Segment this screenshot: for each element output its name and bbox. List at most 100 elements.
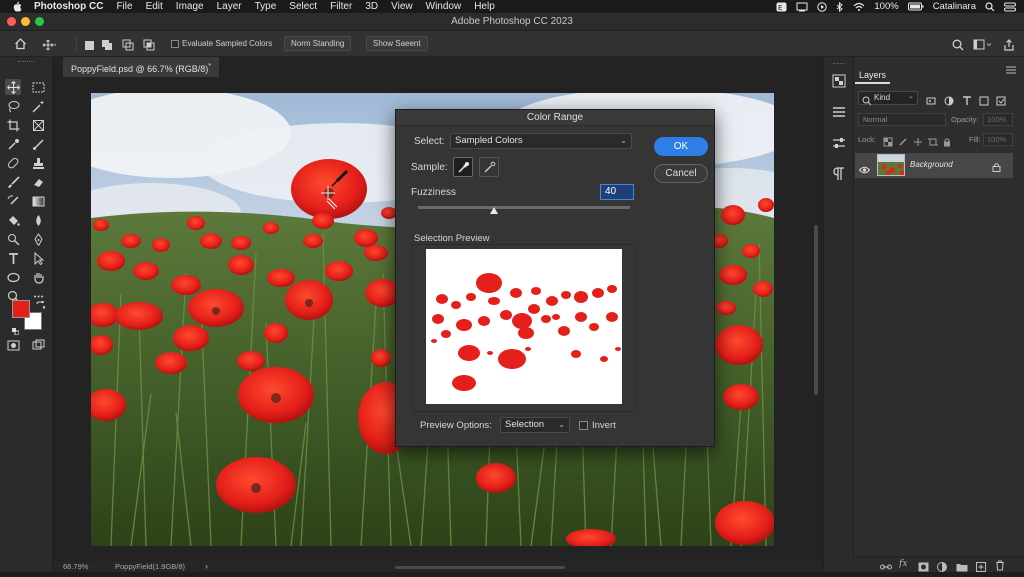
battery-icon[interactable] bbox=[907, 2, 924, 11]
screen-mode-icon[interactable] bbox=[30, 337, 46, 353]
path-selection-icon[interactable] bbox=[30, 250, 46, 266]
ruler-tool-icon[interactable] bbox=[30, 136, 46, 152]
add-to-selection-icon[interactable] bbox=[101, 38, 113, 50]
intersect-selection-icon[interactable] bbox=[143, 38, 155, 51]
new-selection-icon[interactable] bbox=[84, 38, 96, 50]
stamp-tool-icon[interactable] bbox=[30, 155, 46, 171]
swatches-panel-icon[interactable] bbox=[832, 105, 846, 119]
adjustments-panel-icon[interactable] bbox=[832, 136, 846, 150]
creative-cloud-icon[interactable]: E bbox=[776, 2, 787, 12]
user-name[interactable]: Catalinara bbox=[933, 1, 976, 12]
history-brush-icon[interactable] bbox=[5, 193, 21, 209]
crop-tool-icon[interactable] bbox=[5, 117, 21, 133]
paragraph-panel-icon[interactable] bbox=[832, 167, 846, 181]
menu-file[interactable]: File bbox=[116, 1, 132, 12]
subtract-from-selection-icon[interactable] bbox=[122, 38, 134, 51]
quick-mask-icon[interactable] bbox=[5, 337, 21, 353]
healing-brush-icon[interactable] bbox=[5, 155, 21, 171]
menu-image[interactable]: Image bbox=[176, 1, 204, 12]
new-group-icon[interactable] bbox=[956, 559, 968, 577]
menu-layer[interactable]: Layer bbox=[217, 1, 242, 12]
display-icon[interactable] bbox=[796, 2, 808, 12]
type-tool-icon[interactable] bbox=[5, 250, 21, 266]
menu-filter[interactable]: Filter bbox=[330, 1, 352, 12]
pen-tool-icon[interactable] bbox=[30, 231, 46, 247]
layer-locked-icon[interactable] bbox=[992, 159, 1001, 177]
filter-smart-objects-icon[interactable] bbox=[996, 93, 1006, 111]
sample-eyedropper-button[interactable] bbox=[453, 157, 473, 177]
fuzziness-slider-track[interactable] bbox=[418, 206, 630, 209]
ok-button[interactable]: OK bbox=[654, 137, 708, 156]
magic-wand-tool-icon[interactable] bbox=[30, 98, 46, 114]
filter-shape-layers-icon[interactable] bbox=[979, 93, 989, 111]
apple-logo-icon[interactable] bbox=[12, 1, 24, 12]
default-colors-icon[interactable] bbox=[12, 322, 20, 336]
panel-menu-icon[interactable] bbox=[1004, 63, 1018, 75]
menu-app-name[interactable]: Photoshop CC bbox=[34, 1, 103, 12]
wifi-icon[interactable] bbox=[853, 2, 865, 12]
new-adjustment-icon[interactable] bbox=[937, 559, 947, 577]
zoom-level[interactable]: 66.79% bbox=[63, 562, 88, 571]
new-layer-icon[interactable] bbox=[976, 559, 986, 577]
dodge-tool-icon[interactable] bbox=[5, 231, 21, 247]
delete-layer-icon[interactable] bbox=[995, 558, 1005, 576]
cancel-button[interactable]: Cancel bbox=[654, 164, 708, 183]
preview-options-dropdown[interactable]: Selection ⌄ bbox=[500, 417, 570, 433]
gradient-tool-icon[interactable] bbox=[30, 193, 46, 209]
frame-tool-icon[interactable] bbox=[30, 117, 46, 133]
layer-effects-icon[interactable]: fx bbox=[898, 557, 911, 570]
opacity-input[interactable]: 100% bbox=[983, 113, 1013, 126]
hand-tool-icon[interactable] bbox=[30, 269, 46, 285]
fill-input[interactable]: 100% bbox=[983, 133, 1013, 146]
layer-name[interactable]: Background bbox=[910, 160, 953, 169]
bluetooth-icon[interactable] bbox=[836, 1, 844, 12]
vertical-scrollbar[interactable] bbox=[814, 225, 818, 395]
move-tool-options-icon[interactable] bbox=[42, 38, 57, 51]
layers-tab[interactable]: Layers bbox=[855, 66, 891, 84]
lock-position-icon[interactable] bbox=[913, 134, 923, 152]
menu-help[interactable]: Help bbox=[474, 1, 495, 12]
select-dropdown[interactable]: Sampled Colors ⌄ bbox=[450, 133, 632, 149]
bucket-tool-icon[interactable] bbox=[5, 212, 21, 228]
share-icon[interactable] bbox=[1003, 38, 1015, 51]
fuzziness-input[interactable]: 40 bbox=[600, 184, 634, 200]
foreground-color-swatch[interactable] bbox=[12, 300, 30, 318]
eyedropper-tool-icon[interactable] bbox=[5, 136, 21, 152]
home-icon[interactable] bbox=[14, 37, 26, 50]
lock-transparent-icon[interactable] bbox=[883, 134, 893, 152]
ellipse-tool-icon[interactable] bbox=[5, 269, 21, 285]
layer-filter-select[interactable]: Kind ⌄ bbox=[858, 91, 918, 106]
control-center-icon[interactable] bbox=[1004, 2, 1016, 12]
lock-pixels-icon[interactable] bbox=[898, 134, 908, 152]
swap-colors-icon[interactable] bbox=[36, 297, 46, 309]
norm-standing-button[interactable]: Norm Standing bbox=[284, 36, 352, 51]
play-icon[interactable] bbox=[817, 1, 828, 12]
menu-select[interactable]: Select bbox=[289, 1, 317, 12]
invert-checkbox[interactable] bbox=[579, 421, 588, 430]
filter-pixel-layers-icon[interactable] bbox=[926, 93, 936, 111]
search-icon[interactable] bbox=[952, 38, 964, 51]
link-layers-icon[interactable] bbox=[880, 559, 892, 577]
lock-artboard-icon[interactable] bbox=[928, 134, 938, 152]
show-saeent-button[interactable]: Show Saeent bbox=[366, 36, 428, 51]
lock-all-icon[interactable] bbox=[942, 134, 952, 152]
document-tab[interactable]: PoppyField.psd @ 66.7% (RGB/8)* bbox=[63, 57, 219, 77]
marquee-tool-icon[interactable] bbox=[30, 79, 46, 95]
filter-adjustment-layers-icon[interactable] bbox=[944, 93, 954, 111]
evaluate-checkbox[interactable] bbox=[171, 40, 179, 48]
filter-type-layers-icon[interactable] bbox=[962, 93, 972, 111]
lasso-tool-icon[interactable] bbox=[5, 98, 21, 114]
layer-visibility-eye-icon[interactable] bbox=[858, 161, 871, 179]
add-mask-icon[interactable] bbox=[918, 559, 929, 577]
menu-window[interactable]: Window bbox=[426, 1, 462, 12]
blend-mode-select[interactable]: Normal bbox=[858, 113, 946, 126]
status-expand-arrow[interactable]: › bbox=[205, 561, 208, 571]
spotlight-search-icon[interactable] bbox=[985, 1, 995, 12]
brush-tool-icon[interactable] bbox=[5, 174, 21, 190]
add-to-sample-eyedropper-button[interactable] bbox=[479, 157, 499, 177]
menu-3d[interactable]: 3D bbox=[365, 1, 378, 12]
menu-type[interactable]: Type bbox=[255, 1, 277, 12]
menu-view[interactable]: View bbox=[391, 1, 413, 12]
horizontal-scrollbar[interactable] bbox=[395, 566, 565, 569]
color-panel-icon[interactable] bbox=[832, 74, 846, 88]
